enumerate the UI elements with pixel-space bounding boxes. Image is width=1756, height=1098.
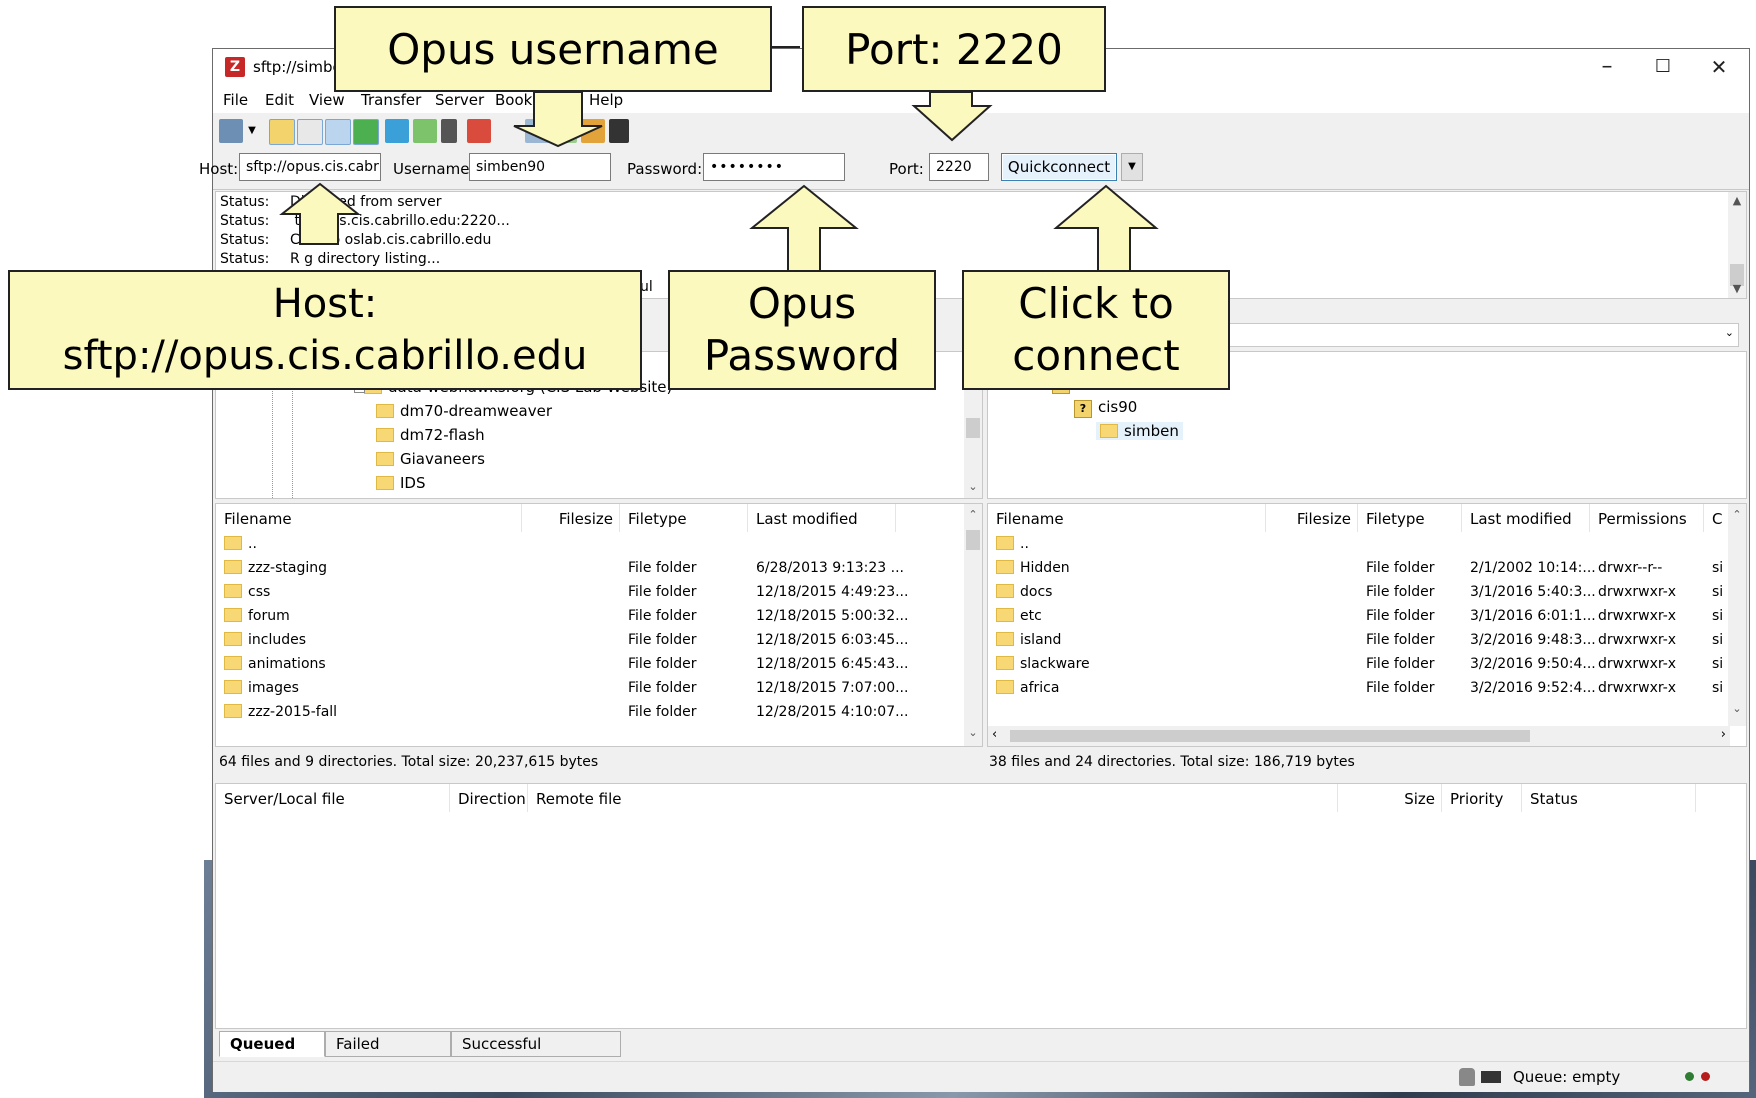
port-arrow	[911, 91, 993, 142]
password-arrow	[749, 184, 859, 273]
callout-port: Port: 2220	[802, 6, 1106, 92]
callout-host: Host: sftp://opus.cis.cabrillo.edu	[8, 270, 642, 390]
callout-connect: Click to connect	[962, 270, 1230, 390]
username-arrow	[513, 91, 603, 148]
callout-password: Opus Password	[668, 270, 936, 390]
connect-arrow	[1053, 184, 1159, 273]
callout-arrows	[279, 46, 1159, 273]
callout-username: Opus username	[334, 6, 772, 92]
host-arrow	[279, 182, 361, 245]
